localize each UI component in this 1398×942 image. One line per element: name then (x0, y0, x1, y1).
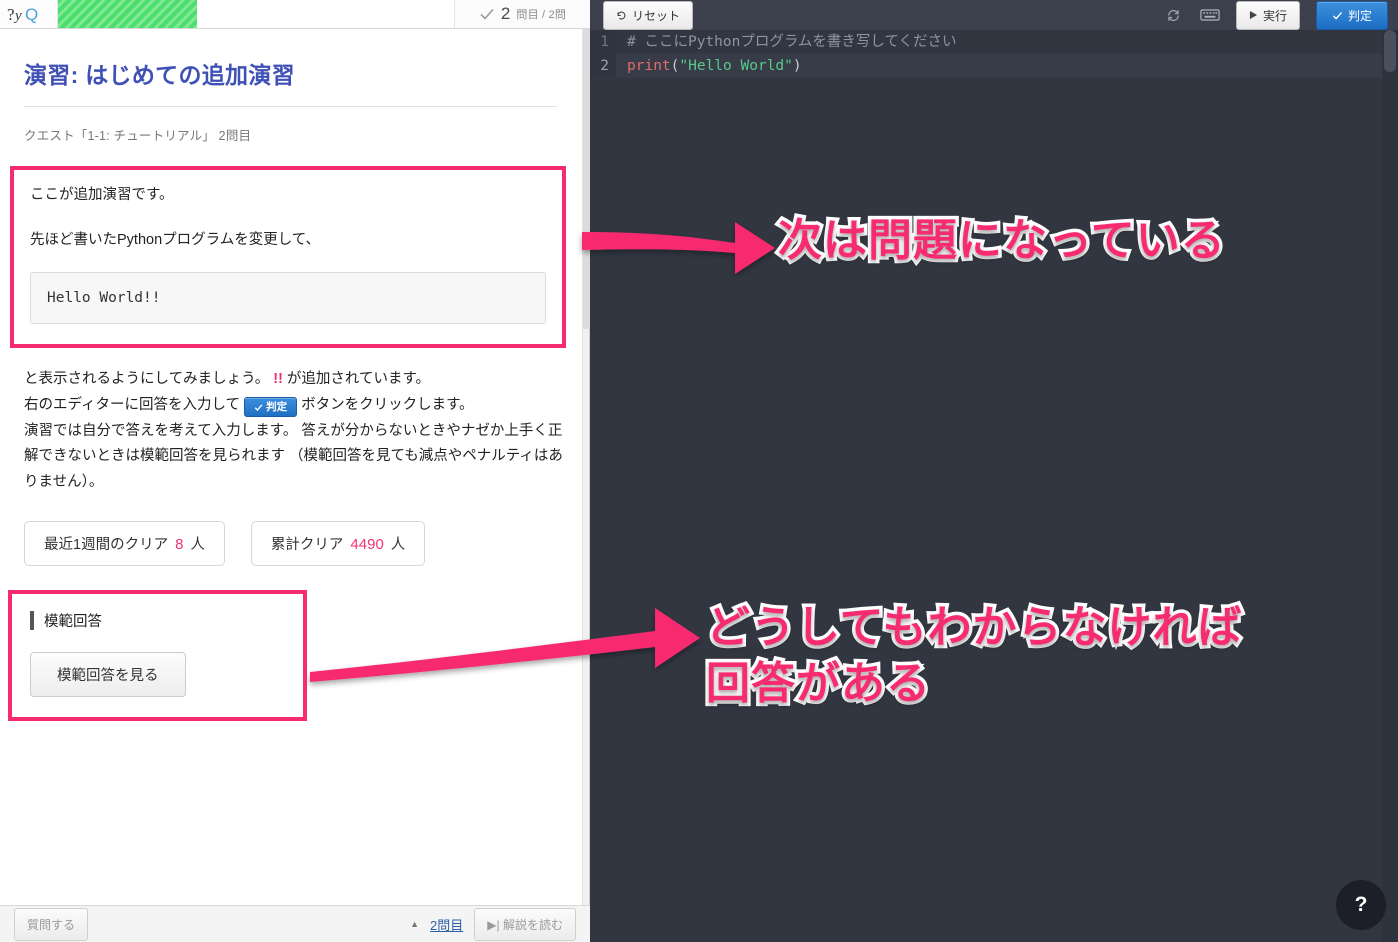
model-answer-title: 模範回答 (44, 613, 102, 630)
stat-unit: 人 (390, 536, 406, 553)
editor-toolbar-right: 実行 判定 (1164, 0, 1388, 30)
stat-weekly-clears: 最近1週間のクリア 8 人 (24, 520, 225, 566)
page-title: 演習: はじめての追加演習 (24, 62, 295, 88)
current-question-link[interactable]: 2問目 (430, 915, 463, 934)
sync-button[interactable] (1164, 5, 1184, 25)
stat-label: 最近1週間のクリア (44, 536, 169, 553)
code-line-content: # ここにPythonプログラムを書き写してください (627, 34, 957, 50)
help-button[interactable]: ? (1336, 880, 1386, 930)
reset-button[interactable]: リセット (603, 0, 694, 30)
run-button[interactable]: 実行 (1235, 0, 1300, 30)
stat-total-clears: 累計クリア 4490 人 (250, 520, 426, 566)
line-number: 1 (590, 30, 616, 54)
inline-judge-label: 判定 (266, 400, 288, 413)
instruction-part-3: 右のエディターに回答を入力して (24, 396, 245, 413)
code-editor[interactable]: 1 # ここにPythonプログラムを書き写してください 2 print("He… (590, 30, 1398, 942)
editor-scrollbar[interactable] (1382, 30, 1398, 942)
progress-bar (58, 0, 454, 28)
lesson-content: 演習: はじめての追加演習 クエスト「1-1: チュートリアル」 2問目 ここが… (0, 29, 583, 905)
play-icon (1249, 10, 1258, 20)
instruction-text: と表示されるようにしてみましょう。 !! が追加されています。 右のエディターに… (24, 367, 572, 496)
line-number: 2 (590, 54, 616, 78)
instruction-part-1: と表示されるようにしてみましょう。 (24, 370, 274, 387)
expected-output-code: Hello World!! (30, 271, 546, 324)
exclamation-highlight: !! (273, 370, 283, 387)
code-editor-panel: リセット 実行 判定 1 # ここにPythonプログラムを書き写してください … (590, 0, 1398, 942)
stat-value: 4490 (350, 535, 384, 553)
breadcrumb: クエスト「1-1: チュートリアル」 2問目 (24, 129, 252, 143)
check-icon (254, 404, 263, 411)
code-line-content: print("Hello World") (616, 54, 802, 78)
lesson-scrollbar-thumb[interactable] (583, 29, 590, 329)
instruction-part-4: ボタンをクリックします。 (297, 396, 474, 413)
stats-row: 最近1週間のクリア 8 人 累計クリア 4490 人 (24, 520, 559, 566)
code-line[interactable]: 2 print("Hello World") (590, 54, 1398, 78)
question-total-label: 問目 / 2問 (516, 9, 567, 21)
svg-text:Q: Q (25, 5, 38, 24)
model-answer-heading: 模範回答 (30, 610, 285, 631)
editor-scrollbar-thumb[interactable] (1384, 30, 1396, 72)
sync-icon (1168, 9, 1180, 21)
app-root: ? y Q 2 問目 / 2問 演習: はじめての追加演習 クエスト「1-1: … (0, 0, 1398, 942)
problem-statement-box: ここが追加演習です。 先ほど書いたPythonプログラムを変更して、 Hello… (10, 166, 566, 348)
undo-icon (617, 11, 626, 19)
code-token-string: "Hello World" (679, 58, 793, 74)
read-explanation-button[interactable]: ▶| 解説を読む (474, 907, 576, 941)
code-token-close-paren: ) (792, 58, 802, 74)
check-icon (480, 8, 494, 20)
inline-judge-button[interactable]: 判定 (244, 397, 298, 418)
chevron-up-icon[interactable]: ▲ (410, 919, 419, 929)
stat-value: 8 (175, 535, 184, 553)
run-label: 実行 (1262, 8, 1287, 23)
svg-text:y: y (13, 8, 22, 24)
model-answer-section: 模範回答 模範回答を見る (8, 589, 307, 721)
reset-label: リセット (632, 8, 681, 23)
instruction-part-2: が追加されています。 (282, 370, 431, 387)
editor-toolbar: リセット 実行 判定 (590, 0, 1398, 30)
lesson-header: ? y Q 2 問目 / 2問 (0, 0, 590, 29)
progress-bar-fill (58, 0, 197, 28)
footer-right-group: ▲ 2問目 ▶| 解説を読む (410, 907, 576, 941)
question-counter: 2 問目 / 2問 (454, 0, 590, 28)
view-model-answer-button[interactable]: 模範回答を見る (30, 651, 186, 697)
pyq-logo-icon: ? y Q (7, 5, 38, 24)
ask-question-button[interactable]: 質問する (14, 907, 89, 941)
lesson-panel: ? y Q 2 問目 / 2問 演習: はじめての追加演習 クエスト「1-1: … (0, 0, 590, 942)
lesson-footer: 質問する ▲ 2問目 ▶| 解説を読む (0, 905, 590, 942)
lesson-scrollbar[interactable] (582, 29, 590, 905)
code-token-function: print (627, 58, 671, 74)
question-number: 2 (500, 4, 511, 23)
svg-text:?: ? (7, 5, 15, 24)
judge-button[interactable]: 判定 (1315, 0, 1388, 30)
read-explanation-label: 解説を読む (502, 917, 563, 932)
pyq-logo[interactable]: ? y Q (0, 0, 58, 28)
instruction-part-5: 演習では自分で答えを考えて入力します。 答えが分からないときやナゼか上手く正解で… (24, 422, 563, 491)
skip-next-icon: ▶| (487, 917, 500, 932)
check-icon (1332, 11, 1343, 20)
keyboard-button[interactable] (1200, 5, 1220, 25)
problem-line-1: ここが追加演習です。 (30, 187, 174, 203)
judge-label: 判定 (1347, 8, 1372, 23)
heading-accent-bar (30, 610, 34, 630)
stat-label: 累計クリア (270, 536, 344, 553)
keyboard-icon (1200, 9, 1220, 21)
stat-unit: 人 (190, 536, 205, 553)
problem-line-2: 先ほど書いたPythonプログラムを変更して、 (30, 232, 321, 249)
title-divider (24, 106, 557, 107)
code-line[interactable]: 1 # ここにPythonプログラムを書き写してください (590, 30, 1398, 54)
